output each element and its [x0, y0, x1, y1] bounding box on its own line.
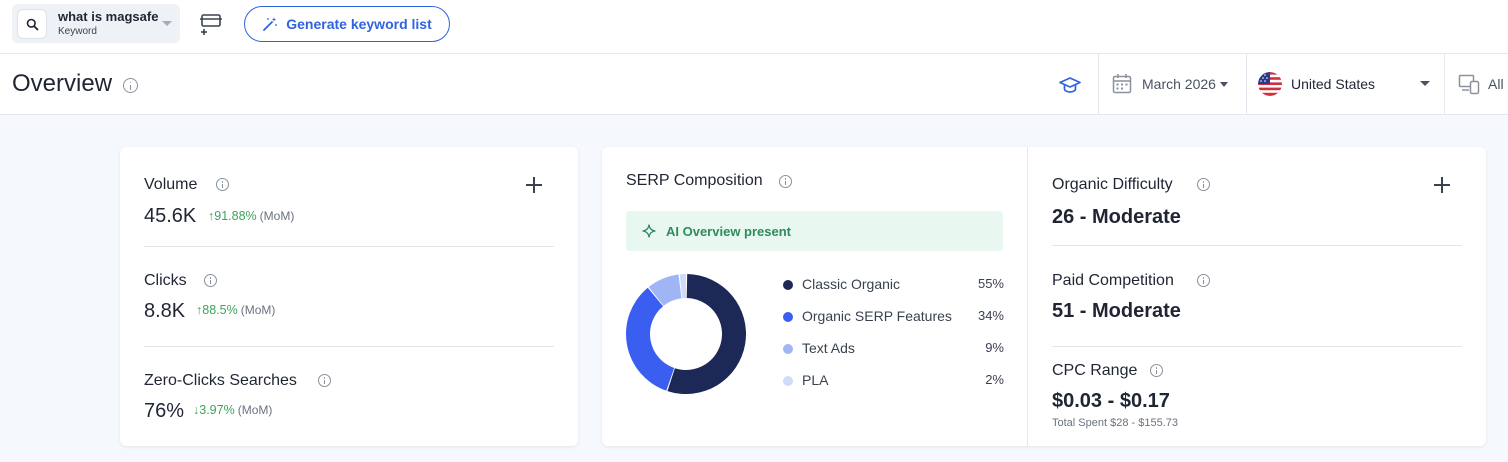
serp-difficulty-card: SERP Composition AI Overview present Cla… [602, 147, 1486, 446]
us-flag-icon [1258, 72, 1282, 96]
traffic-metrics-card: Volume 45.6K ↑91.88% (MoM) Clicks 8.8K ↑8… [120, 147, 578, 446]
clicks-label: Clicks [144, 272, 187, 289]
top-bar: what is magsafe Keyword Generate keyword… [0, 0, 1508, 54]
legend-percent: 9% [985, 340, 1004, 355]
info-icon[interactable] [318, 374, 331, 387]
divider [1027, 147, 1028, 446]
legend-row: Text Ads 9% [783, 339, 1004, 357]
device-label: All [1488, 76, 1504, 92]
paid-competition-label: Paid Competition [1052, 272, 1174, 289]
info-icon[interactable] [123, 78, 138, 93]
plus-icon[interactable] [526, 177, 542, 193]
volume-label: Volume [144, 176, 198, 193]
ai-overview-banner: AI Overview present [626, 211, 1003, 251]
volume-trend-period: (MoM) [259, 209, 295, 223]
legend-label: Text Ads [802, 340, 855, 356]
clicks-value: 8.8K [144, 300, 186, 322]
graduation-cap-icon[interactable] [1058, 73, 1082, 97]
serp-title: SERP Composition [626, 172, 763, 189]
zero-clicks-trend: ↓3.97% (MoM) [193, 403, 272, 417]
legend-label: Organic SERP Features [802, 308, 952, 324]
organic-difficulty-label: Organic Difficulty [1052, 176, 1173, 193]
list-add-icon[interactable] [198, 11, 224, 37]
plus-icon[interactable] [1434, 177, 1450, 193]
divider [1098, 54, 1099, 115]
clicks-trend-period: (MoM) [240, 303, 276, 317]
zero-clicks-trend-period: (MoM) [237, 403, 273, 417]
legend-swatch [783, 312, 793, 322]
serp-donut-chart [626, 274, 746, 394]
device-selector[interactable]: All [1458, 72, 1504, 96]
date-selector[interactable]: March 2026 [1112, 72, 1228, 96]
devices-icon [1458, 74, 1480, 95]
country-label: United States [1291, 76, 1376, 92]
cpc-range-value: $0.03 - $0.17 [1052, 390, 1170, 412]
keyword-text: what is magsafe [58, 9, 159, 24]
chevron-down-icon[interactable] [162, 21, 172, 26]
info-icon[interactable] [1197, 274, 1210, 287]
magic-wand-icon [263, 17, 278, 31]
generate-keyword-list-button[interactable]: Generate keyword list [244, 6, 450, 42]
info-icon[interactable] [216, 178, 229, 191]
zero-clicks-label: Zero-Clicks Searches [144, 372, 297, 389]
zero-clicks-trend-value: ↓3.97% [193, 403, 235, 417]
legend-percent: 34% [977, 308, 1004, 323]
volume-value: 45.6K [144, 205, 197, 227]
legend-percent: 55% [977, 276, 1004, 291]
divider [1444, 54, 1445, 115]
ai-overview-label: AI Overview present [666, 223, 791, 239]
organic-difficulty-value: 26 - Moderate [1052, 206, 1181, 228]
info-icon[interactable] [779, 175, 792, 188]
calendar-icon [1112, 74, 1132, 94]
page-title: Overview [12, 70, 113, 97]
chevron-down-icon [1420, 81, 1430, 86]
keyword-type-label: Keyword [58, 26, 97, 37]
country-selector[interactable]: United States [1258, 72, 1432, 96]
legend-swatch [783, 344, 793, 354]
cpc-range-label: CPC Range [1052, 362, 1138, 379]
info-icon[interactable] [1197, 178, 1210, 191]
legend-row: Classic Organic 55% [783, 275, 1004, 293]
legend-row: PLA 2% [783, 371, 1004, 389]
divider [1052, 245, 1462, 246]
search-icon[interactable] [17, 9, 47, 39]
clicks-trend: ↑88.5% (MoM) [196, 303, 275, 317]
keyword-selector[interactable]: what is magsafe Keyword [12, 4, 180, 43]
overview-header: Overview March 2026 United States All [0, 54, 1508, 115]
chevron-down-icon [1219, 81, 1228, 87]
volume-trend-value: ↑91.88% [208, 209, 257, 223]
legend-row: Organic SERP Features 34% [783, 307, 1004, 325]
divider [1052, 346, 1462, 347]
date-label: March 2026 [1142, 76, 1216, 92]
total-spent-note: Total Spent $28 - $155.73 [1052, 417, 1178, 429]
divider [1246, 54, 1247, 115]
paid-competition-value: 51 - Moderate [1052, 300, 1181, 322]
divider [144, 246, 554, 247]
info-icon[interactable] [204, 274, 217, 287]
volume-trend: ↑91.88% (MoM) [208, 209, 294, 223]
legend-percent: 2% [985, 372, 1004, 387]
legend-label: PLA [802, 372, 829, 388]
clicks-trend-value: ↑88.5% [196, 303, 238, 317]
generate-keyword-list-label: Generate keyword list [286, 16, 432, 32]
legend-swatch [783, 280, 793, 290]
legend-label: Classic Organic [802, 276, 901, 292]
zero-clicks-value: 76% [144, 400, 185, 422]
info-icon[interactable] [1150, 364, 1163, 377]
divider [144, 346, 554, 347]
sparkle-icon [642, 224, 656, 238]
legend-swatch [783, 376, 793, 386]
